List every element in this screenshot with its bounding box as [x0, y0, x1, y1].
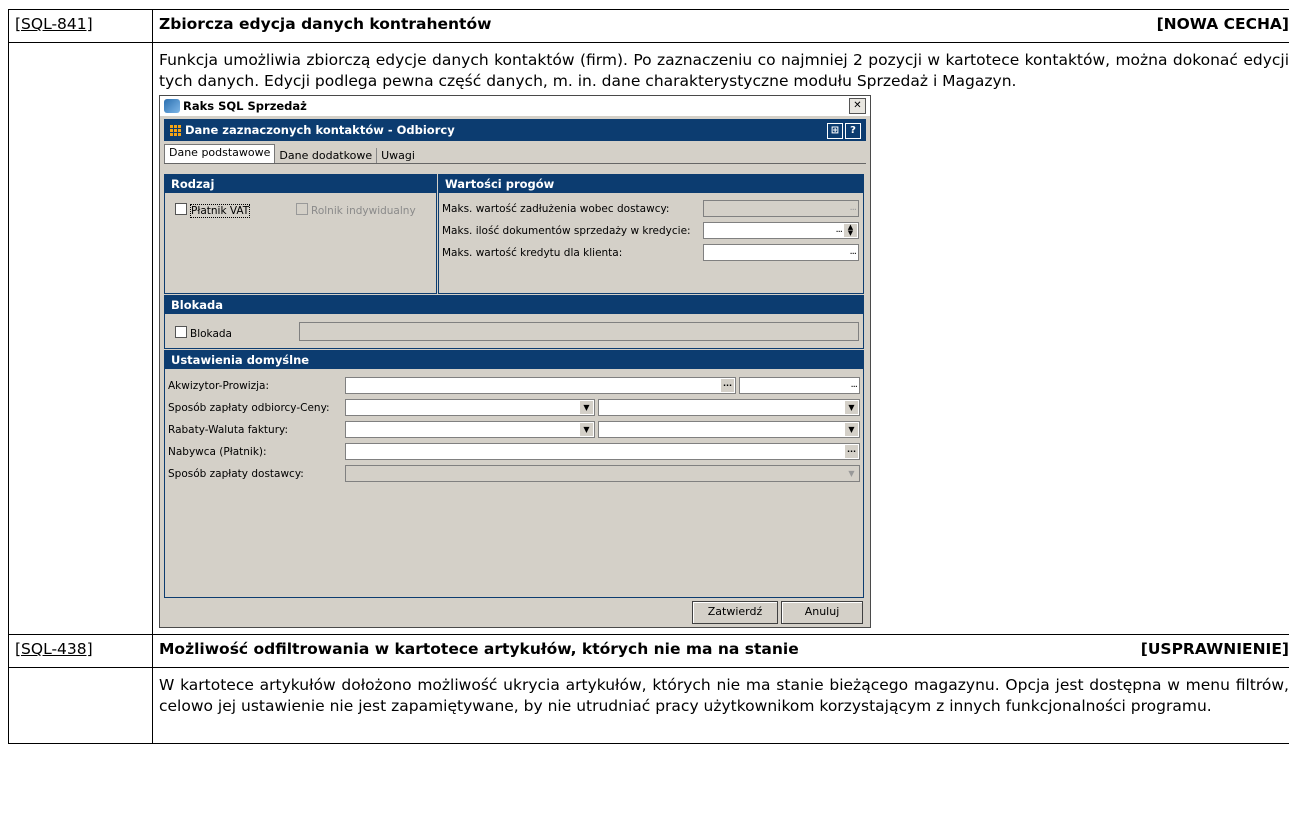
- ellipsis-icon[interactable]: ...: [849, 246, 856, 257]
- title-bar: Raks SQL Sprzedaż ✕: [160, 96, 870, 117]
- ustawienia-header: Ustawienia domyślne: [165, 351, 863, 369]
- ellipsis-icon: ...: [849, 202, 856, 213]
- max-debt-label: Maks. wartość zadłużenia wobec dostawcy:: [442, 203, 670, 215]
- blokada-panel: Blokada Blokada: [164, 295, 864, 349]
- dialog-subtitle: Dane zaznaczonych kontaktów - Odbiorcy: [185, 123, 455, 137]
- entry-header-row: [SQL-438] Możliwość odfiltrowania w kart…: [8, 634, 1289, 668]
- rodzaj-panel: Rodzaj Płatnik VAT Rolnik indywidualny: [164, 174, 437, 294]
- tab-uwagi[interactable]: Uwagi: [377, 148, 419, 163]
- akwizytor-field[interactable]: ···: [345, 377, 736, 394]
- chevron-down-icon[interactable]: ▼: [845, 423, 858, 436]
- max-docs-field[interactable]: ... ▲ ▼: [703, 222, 859, 239]
- entry-tag: [NOWA CECHA]: [1156, 15, 1289, 33]
- chevron-down-icon[interactable]: ▼: [580, 423, 593, 436]
- ellipsis-icon[interactable]: ...: [850, 379, 857, 390]
- ustawienia-panel: Ustawienia domyślne Akwizytor-Prowizja: …: [164, 350, 864, 598]
- ticket-link[interactable]: [SQL-438]: [15, 640, 93, 658]
- tab-dane-dodatkowe[interactable]: Dane dodatkowe: [275, 148, 378, 163]
- progi-panel: Wartości progów Maks. wartość zadłużenia…: [438, 174, 864, 294]
- rabaty-select[interactable]: ▼: [345, 421, 595, 438]
- blokada-checkbox[interactable]: Blokada: [175, 326, 232, 340]
- max-docs-label: Maks. ilość dokumentów sprzedaży w kredy…: [442, 225, 691, 237]
- body-cell: Funkcja umożliwia zbiorczą edycje danych…: [152, 42, 1289, 635]
- blokada-header: Blokada: [165, 296, 863, 314]
- grid-icon: [169, 124, 181, 136]
- chevron-down-icon[interactable]: ▼: [580, 401, 593, 414]
- checkbox-box: [175, 326, 187, 338]
- sposob-zaplaty-select[interactable]: ▼: [345, 399, 595, 416]
- sposob-dostawcy-select: ▼: [345, 465, 860, 482]
- window-title: Raks SQL Sprzedaż: [183, 99, 307, 113]
- ellipsis-icon[interactable]: ···: [721, 379, 734, 392]
- entry-title: Zbiorcza edycja danych kontrahentów: [159, 15, 492, 33]
- nabywca-field[interactable]: ···: [345, 443, 860, 460]
- dialog-header: Dane zaznaczonych kontaktów - Odbiorcy ⊞…: [164, 119, 866, 141]
- waluta-select[interactable]: ▼: [598, 421, 860, 438]
- ellipsis-icon[interactable]: ···: [845, 445, 858, 458]
- entry-header-row: [SQL-841] Zbiorcza edycja danych kontrah…: [8, 9, 1289, 43]
- tab-dane-podstawowe[interactable]: Dane podstawowe: [164, 144, 276, 163]
- progi-header: Wartości progów: [439, 175, 863, 193]
- calculator-icon[interactable]: ⊞: [827, 122, 843, 139]
- sposob-dostawcy-label: Sposób zapłaty dostawcy:: [168, 468, 304, 480]
- help-icon[interactable]: ?: [845, 122, 861, 139]
- prowizja-field[interactable]: ...: [739, 377, 860, 394]
- ellipsis-icon[interactable]: ...: [835, 224, 842, 235]
- entry-tag: [USPRAWNIENIE]: [1140, 640, 1289, 658]
- entry-body-row: W kartotece artykułów dołożono możliwość…: [8, 667, 1289, 744]
- entry-title: Możliwość odfiltrowania w kartotece arty…: [159, 640, 799, 658]
- nabywca-label: Nabywca (Płatnik):: [168, 446, 267, 458]
- rodzaj-header: Rodzaj: [165, 175, 436, 193]
- max-debt-field: ...: [703, 200, 859, 217]
- max-credit-label: Maks. wartość kredytu dla klienta:: [442, 247, 623, 259]
- chevron-down-icon: ▼: [845, 467, 858, 480]
- checkbox-box: [175, 203, 187, 215]
- ceny-select[interactable]: ▼: [598, 399, 860, 416]
- sposob-zaplaty-label: Sposób zapłaty odbiorcy-Ceny:: [168, 402, 330, 414]
- app-icon: [164, 99, 180, 113]
- ticket-link[interactable]: [SQL-841]: [15, 15, 93, 33]
- rabaty-label: Rabaty-Waluta faktury:: [168, 424, 289, 436]
- akwizytor-label: Akwizytor-Prowizja:: [168, 380, 270, 392]
- release-notes-table: [SQL-841] Zbiorcza edycja danych kontrah…: [8, 9, 1289, 744]
- entry-description: Funkcja umożliwia zbiorczą edycje danych…: [159, 51, 1289, 90]
- blokada-reason-field: [299, 322, 859, 341]
- tab-bar: Dane podstawowe Dane dodatkowe Uwagi: [164, 144, 866, 164]
- ticket-cell: [SQL-841]: [8, 9, 153, 43]
- confirm-button[interactable]: Zatwierdź: [692, 601, 778, 624]
- dialog-window: Raks SQL Sprzedaż ✕ Dane zaznaczonych ko…: [159, 95, 871, 628]
- ticket-cell: [SQL-438]: [8, 634, 153, 668]
- max-credit-field[interactable]: ...: [703, 244, 859, 261]
- close-icon[interactable]: ✕: [849, 98, 866, 114]
- rolnik-checkbox[interactable]: Rolnik indywidualny: [296, 203, 416, 217]
- chevron-down-icon[interactable]: ▼: [845, 401, 858, 414]
- cancel-button[interactable]: Anuluj: [781, 601, 863, 624]
- checkbox-box: [296, 203, 308, 215]
- entry-description: W kartotece artykułów dołożono możliwość…: [159, 676, 1289, 715]
- spin-icon[interactable]: ▲ ▼: [844, 224, 857, 237]
- body-cell: W kartotece artykułów dołożono możliwość…: [152, 667, 1289, 744]
- title-cell: Możliwość odfiltrowania w kartotece arty…: [152, 634, 1289, 668]
- entry-body-row: Funkcja umożliwia zbiorczą edycje danych…: [8, 42, 1289, 635]
- platnik-vat-checkbox[interactable]: Płatnik VAT: [175, 203, 251, 218]
- title-cell: Zbiorcza edycja danych kontrahentów [NOWA…: [152, 9, 1289, 43]
